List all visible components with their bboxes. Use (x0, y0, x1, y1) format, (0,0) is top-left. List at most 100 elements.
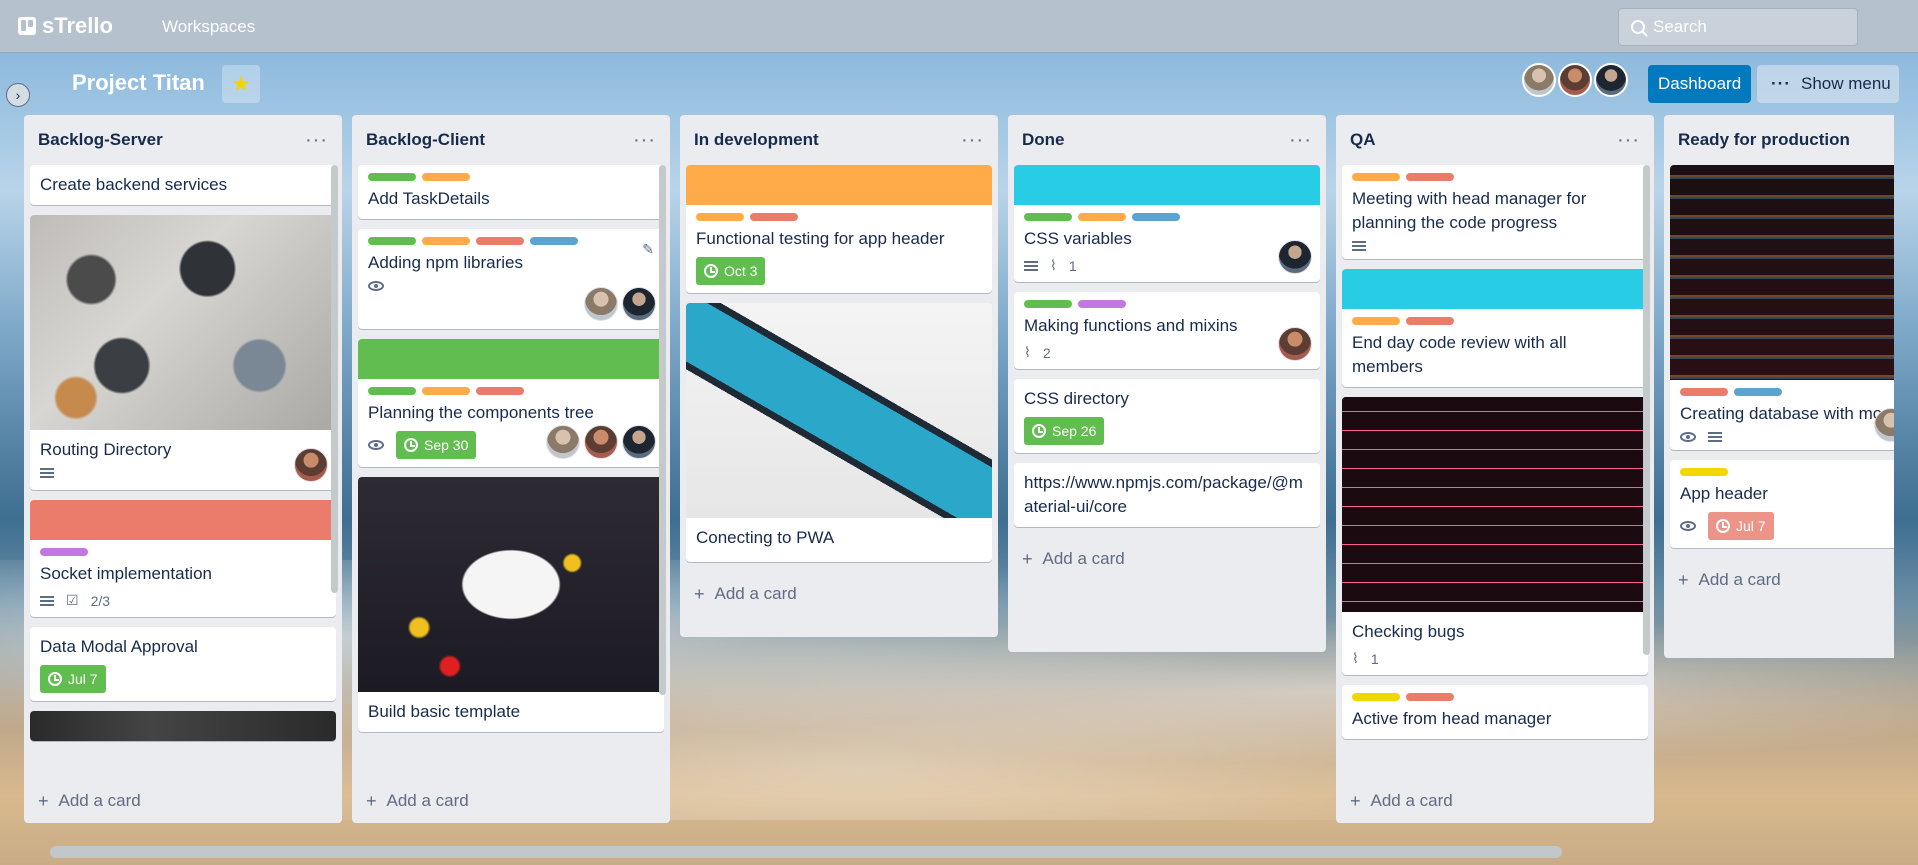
card-label[interactable] (1406, 693, 1454, 701)
list-title[interactable]: Done (1022, 130, 1065, 150)
card[interactable]: ✎ Adding npm libraries (358, 229, 664, 329)
list-menu-icon[interactable]: ··· (1289, 129, 1312, 152)
due-date-badge[interactable]: Sep 26 (1024, 417, 1105, 445)
card-label[interactable] (422, 387, 470, 395)
card[interactable]: End day code review with all members (1342, 269, 1648, 387)
avatar[interactable] (1594, 63, 1628, 97)
avatar[interactable] (584, 425, 618, 459)
show-menu-button[interactable]: ··· Show menu (1757, 65, 1899, 103)
card[interactable]: App header Jul 7 (1670, 460, 1894, 548)
card-label[interactable] (530, 237, 578, 245)
app-logo[interactable]: sTrello (18, 13, 113, 39)
search-input[interactable] (1653, 17, 1843, 37)
card-label[interactable] (368, 387, 416, 395)
list-scrollbar[interactable] (659, 165, 666, 695)
card[interactable]: Build basic template (358, 477, 664, 732)
list-title[interactable]: Backlog-Server (38, 130, 163, 150)
list-menu-icon[interactable]: ··· (305, 129, 328, 152)
card-title: Checking bugs (1352, 622, 1465, 641)
card-label[interactable] (1078, 300, 1126, 308)
card-label[interactable] (476, 387, 524, 395)
star-board-button[interactable]: ★ (222, 65, 260, 103)
board-horizontal-scrollbar[interactable] (50, 846, 1562, 858)
list-title[interactable]: Ready for production (1678, 130, 1850, 150)
card[interactable]: Creating database with mor (1670, 165, 1894, 450)
card[interactable]: Functional testing for app header Oct 3 (686, 165, 992, 293)
add-card-button[interactable]: + Add a card (1336, 779, 1654, 823)
due-date-label: Sep 30 (424, 437, 469, 453)
avatar[interactable] (622, 425, 656, 459)
card-label[interactable] (40, 548, 88, 556)
add-card-button[interactable]: + Add a card (1664, 558, 1894, 602)
card[interactable]: Planning the components tree Sep 30 (358, 339, 664, 467)
avatar[interactable] (294, 448, 328, 482)
add-card-label: Add a card (714, 584, 797, 603)
card[interactable] (30, 711, 336, 741)
card-label[interactable] (1406, 317, 1454, 325)
card[interactable]: Data Modal Approval Jul 7 (30, 627, 336, 701)
dashboard-button[interactable]: Dashboard (1648, 65, 1752, 103)
card[interactable]: https://www.npmjs.com/package/@material-… (1014, 463, 1320, 527)
list-menu-icon[interactable]: ··· (633, 129, 656, 152)
card[interactable]: Meeting with head manager for planning t… (1342, 165, 1648, 259)
add-card-button[interactable]: + Add a card (352, 779, 670, 823)
card-label[interactable] (422, 237, 470, 245)
card-label[interactable] (1024, 300, 1072, 308)
card[interactable]: Making functions and mixins ⌇ 2 (1014, 292, 1320, 369)
card[interactable]: Active from head manager (1342, 685, 1648, 739)
edit-pencil-icon[interactable]: ✎ (642, 241, 654, 258)
avatar[interactable] (622, 287, 656, 321)
due-date-badge[interactable]: Oct 3 (696, 257, 766, 285)
avatar[interactable] (1874, 408, 1894, 442)
card-label[interactable] (1680, 468, 1728, 476)
avatar[interactable] (1558, 63, 1592, 97)
card[interactable]: Checking bugs ⌇ 1 (1342, 397, 1648, 675)
card[interactable]: Socket implementation ☑ 2/3 (30, 500, 336, 617)
due-date-badge[interactable]: Jul 7 (40, 665, 106, 693)
sidebar-toggle-button[interactable]: › (6, 83, 30, 107)
card-label[interactable] (1078, 213, 1126, 221)
card-label[interactable] (1352, 693, 1400, 701)
card[interactable]: CSS variables ⌇ 1 (1014, 165, 1320, 282)
card[interactable]: CSS directory Sep 26 (1014, 379, 1320, 453)
avatar[interactable] (1278, 327, 1312, 361)
card-label[interactable] (422, 173, 470, 181)
avatar[interactable] (1278, 240, 1312, 274)
list-menu-icon[interactable]: ··· (961, 129, 984, 152)
card[interactable]: Conecting to PWA (686, 303, 992, 562)
due-date-badge-overdue[interactable]: Jul 7 (1708, 512, 1774, 540)
list-title[interactable]: QA (1350, 130, 1376, 150)
list-title[interactable]: In development (694, 130, 819, 150)
search-box[interactable] (1618, 8, 1858, 46)
card-label[interactable] (1680, 388, 1728, 396)
list-menu-icon[interactable]: ··· (1617, 129, 1640, 152)
add-card-button[interactable]: + Add a card (1008, 537, 1326, 581)
add-card-button[interactable]: + Add a card (24, 779, 342, 823)
list-scrollbar[interactable] (1643, 165, 1650, 655)
card-label[interactable] (368, 237, 416, 245)
avatar[interactable] (584, 287, 618, 321)
card[interactable]: Add TaskDetails (358, 165, 664, 219)
workspaces-link[interactable]: Workspaces (162, 17, 255, 37)
card-label[interactable] (1352, 173, 1400, 181)
card-label[interactable] (1024, 213, 1072, 221)
list-header: In development ··· (680, 115, 998, 165)
card[interactable]: Routing Directory (30, 215, 336, 490)
card-label[interactable] (696, 213, 744, 221)
card-label[interactable] (750, 213, 798, 221)
card-label[interactable] (1132, 213, 1180, 221)
list-title[interactable]: Backlog-Client (366, 130, 485, 150)
card[interactable]: Create backend services (30, 165, 336, 205)
card-label[interactable] (1734, 388, 1782, 396)
card-label[interactable] (1406, 173, 1454, 181)
avatar[interactable] (1522, 63, 1556, 97)
card-label[interactable] (476, 237, 524, 245)
board-title[interactable]: Project Titan (72, 70, 205, 96)
avatar[interactable] (546, 425, 580, 459)
card-label[interactable] (1352, 317, 1400, 325)
list-scrollbar[interactable] (331, 165, 338, 593)
add-card-label: Add a card (1042, 549, 1125, 568)
due-date-badge[interactable]: Sep 30 (396, 431, 477, 459)
add-card-button[interactable]: + Add a card (680, 572, 998, 616)
card-label[interactable] (368, 173, 416, 181)
